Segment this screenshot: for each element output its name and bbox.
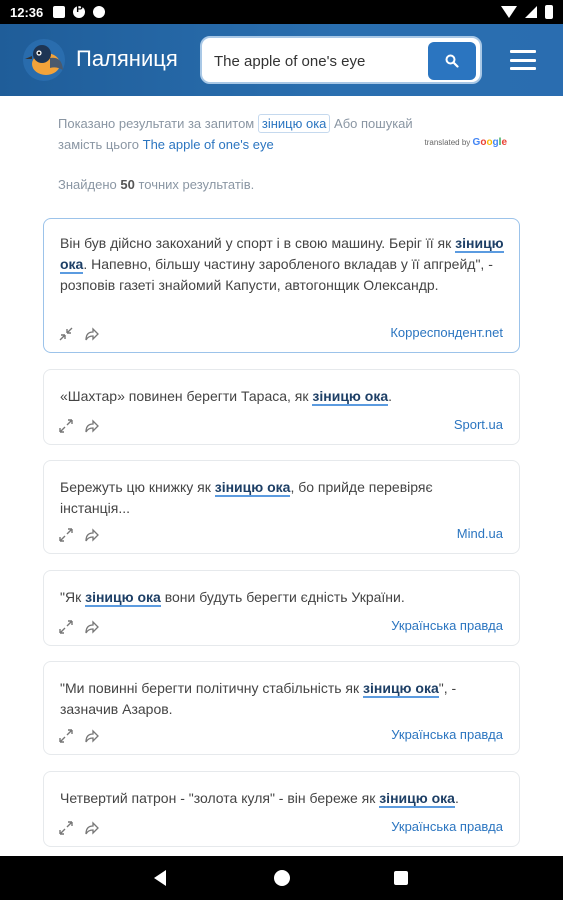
source-link[interactable]: Українська правда xyxy=(391,819,503,834)
app-header: Паляниця xyxy=(0,24,563,96)
search-icon xyxy=(445,54,459,68)
share-icon[interactable] xyxy=(84,326,100,342)
result-card[interactable]: Четвертий патрон - "золота куля" - він б… xyxy=(43,771,520,847)
bird-logo-icon[interactable] xyxy=(22,38,66,82)
expand-icon[interactable] xyxy=(58,418,74,434)
result-text-before: Бережуть цю книжку як xyxy=(60,479,215,495)
back-icon[interactable] xyxy=(154,870,166,886)
results-count: Знайдено 50 точних результатів. xyxy=(58,177,254,192)
result-text: «Шахтар» повинен берегти Тараса, як зіни… xyxy=(60,386,505,407)
result-text-after: . xyxy=(454,790,459,806)
result-card[interactable]: "Ми повинні берегти політичну стабільніс… xyxy=(43,661,520,755)
app-title[interactable]: Паляниця xyxy=(76,46,178,72)
result-text-before: Четвертий патрон - "золота куля" - він б… xyxy=(60,790,380,806)
source-link[interactable]: Sport.ua xyxy=(454,417,503,432)
translated-by-label: translated by xyxy=(424,138,471,147)
card-actions xyxy=(58,527,100,543)
collapse-icon[interactable] xyxy=(58,326,74,342)
search-box xyxy=(200,36,482,84)
result-text-after: . xyxy=(388,388,393,404)
result-text: "Як зіницю ока вони будуть берегти єдніс… xyxy=(60,587,505,608)
result-highlight: зіницю ока xyxy=(312,388,389,406)
search-button[interactable] xyxy=(428,42,476,80)
status-bar: 12:36 xyxy=(0,0,563,24)
battery-icon xyxy=(545,5,553,19)
notice-prefix: Показано результати за запитом xyxy=(58,116,255,131)
google-logo: Google xyxy=(472,137,507,148)
menu-line xyxy=(510,50,536,53)
sync-icon xyxy=(93,6,106,18)
result-highlight: зіницю ока xyxy=(214,479,291,497)
result-text-before: Він був дійсно закоханий у спорт і в сво… xyxy=(60,235,456,251)
result-card[interactable]: "Як зіницю ока вони будуть берегти єдніс… xyxy=(43,570,520,646)
card-actions xyxy=(58,728,100,744)
result-card[interactable]: Він був дійсно закоханий у спорт і в сво… xyxy=(43,218,520,353)
google-translate-badge: translated by Google xyxy=(425,137,508,148)
share-icon[interactable] xyxy=(84,820,100,836)
result-highlight: зіницю ока xyxy=(363,680,439,698)
expand-icon[interactable] xyxy=(58,619,74,635)
source-link[interactable]: Українська правда xyxy=(391,618,503,633)
result-text: Він був дійсно закоханий у спорт і в сво… xyxy=(60,233,505,296)
result-card[interactable]: Бережуть цю книжку як зіницю ока, бо при… xyxy=(43,460,520,554)
share-icon[interactable] xyxy=(84,619,100,635)
result-card[interactable]: «Шахтар» повинен берегти Тараса, як зіни… xyxy=(43,369,520,445)
result-highlight: зіницю ока xyxy=(379,790,455,808)
source-link[interactable]: Mind.ua xyxy=(457,526,503,541)
status-time: 12:36 xyxy=(10,4,44,20)
parking-icon xyxy=(73,4,86,18)
menu-line xyxy=(510,58,536,62)
notice-middle: Або пошукай xyxy=(334,116,413,131)
result-text: Бережуть цю книжку як зіницю ока, бо при… xyxy=(60,477,505,519)
source-link[interactable]: Українська правда xyxy=(391,727,503,742)
wifi-icon xyxy=(501,6,517,18)
result-text-before: "Як xyxy=(60,589,86,605)
search-input[interactable] xyxy=(214,50,424,72)
menu-line xyxy=(510,67,536,70)
query-tag[interactable]: зіницю ока xyxy=(257,114,331,133)
result-text-after: . Напевно, більшу частину заробленого вк… xyxy=(60,256,493,293)
count-suffix: точних результатів. xyxy=(138,177,255,192)
share-icon[interactable] xyxy=(84,527,100,543)
result-highlight: зіницю ока xyxy=(85,589,161,607)
result-text: "Ми повинні берегти політичну стабільніс… xyxy=(60,678,505,720)
card-actions xyxy=(58,619,100,635)
alt-query-link[interactable]: The apple of one's eye xyxy=(143,137,274,152)
result-text-before: "Ми повинні берегти політичну стабільніс… xyxy=(60,680,364,696)
notice-line2: замість цього xyxy=(58,137,139,152)
search-notice: Показано результати за запитом зіницю ок… xyxy=(58,113,508,155)
expand-icon[interactable] xyxy=(58,820,74,836)
result-text-after: вони будуть берегти єдність України. xyxy=(160,589,405,605)
card-actions xyxy=(58,820,100,836)
result-text-before: «Шахтар» повинен берегти Тараса, як xyxy=(60,388,313,404)
system-nav-bar xyxy=(0,856,563,900)
hamburger-menu-icon[interactable] xyxy=(510,50,536,70)
recent-apps-icon[interactable] xyxy=(394,871,408,885)
expand-icon[interactable] xyxy=(58,527,74,543)
source-link[interactable]: Корреспондент.net xyxy=(390,325,503,340)
count-number: 50 xyxy=(120,177,135,192)
expand-icon[interactable] xyxy=(58,728,74,744)
share-icon[interactable] xyxy=(84,728,100,744)
share-icon[interactable] xyxy=(84,418,100,434)
home-icon[interactable] xyxy=(274,870,290,886)
card-actions xyxy=(58,326,100,342)
card-actions xyxy=(58,418,100,434)
signal-icon xyxy=(525,6,537,18)
result-text: Четвертий патрон - "золота куля" - він б… xyxy=(60,788,505,809)
notification-icon xyxy=(53,6,66,18)
count-prefix: Знайдено xyxy=(58,177,117,192)
